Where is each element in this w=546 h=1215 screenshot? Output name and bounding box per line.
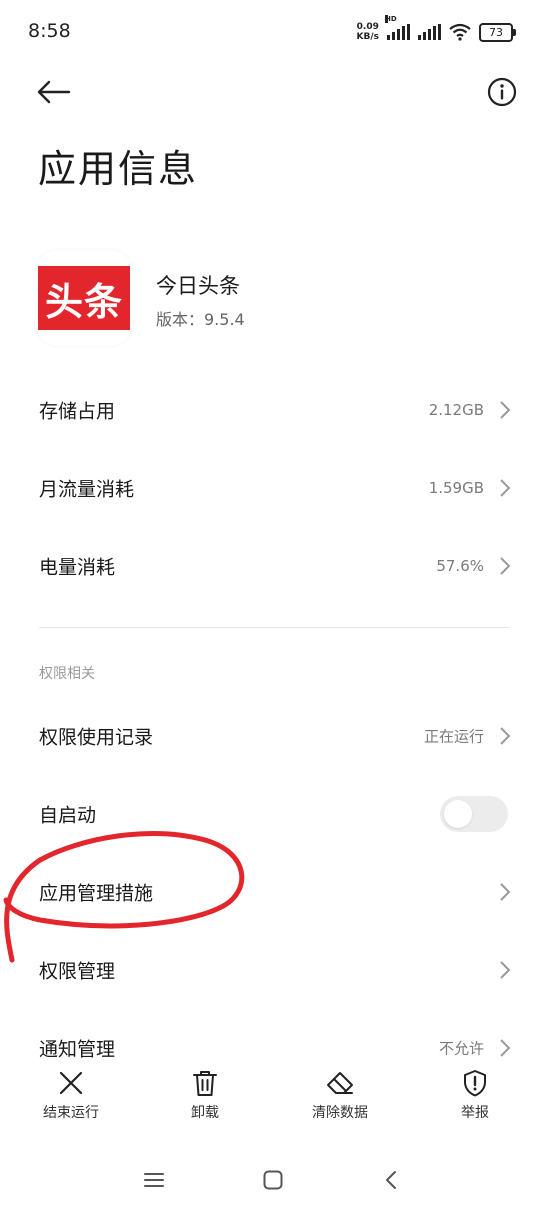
row-label: 权限使用记录 [39,726,154,749]
row-value: 不允许 [438,1039,484,1058]
chevron-right-icon [500,557,511,575]
app-version: 版本：9.5.4 [156,310,245,329]
clear-data-button[interactable]: 清除数据 [285,1068,395,1128]
force-stop-button[interactable]: 结束运行 [16,1068,126,1128]
status-icons: 0.09 KB/s HD 73 [357,15,516,46]
action-bar: 结束运行 卸载 清除数据 举报 [0,1068,546,1130]
home-button[interactable] [253,1160,293,1200]
app-icon-logo: 头条 [38,266,130,330]
hd-label: HD [385,15,397,23]
row-value: 57.6% [436,557,484,575]
menu-icon [144,1173,164,1187]
row-label: 通知管理 [39,1038,116,1061]
recent-apps-button[interactable] [134,1160,174,1200]
row-autostart: 自启动 [0,782,546,846]
action-label: 举报 [461,1105,489,1121]
row-label: 电量消耗 [39,556,116,579]
action-label: 卸载 [191,1105,219,1121]
network-speed-unit: KB/s [356,32,379,42]
row-value: 2.12GB [428,401,484,419]
page-title: 应用信息 [38,147,199,191]
shield-alert-icon [464,1070,486,1097]
wifi-icon [449,23,471,41]
report-button[interactable]: 举报 [420,1068,530,1128]
divider [39,627,509,628]
row-value: 1.59GB [428,479,484,497]
status-time: 8:58 [28,20,71,42]
back-button[interactable] [32,74,76,110]
row-permission-record[interactable]: 权限使用记录 正在运行 [0,704,546,768]
app-icon: 头条 [36,250,132,346]
row-storage[interactable]: 存储占用 2.12GB [0,378,546,442]
action-label: 结束运行 [43,1105,99,1121]
arrow-left-icon [37,80,71,104]
row-label: 月流量消耗 [39,478,135,501]
info-button[interactable] [482,74,522,110]
action-label: 清除数据 [312,1105,368,1121]
row-label: 自启动 [39,804,97,827]
chevron-right-icon [500,883,511,901]
chevron-right-icon [500,401,511,419]
network-speed: 0.09 KB/s [357,22,379,42]
app-name: 今日头条 [156,274,240,298]
toggle-knob [444,800,472,828]
chevron-right-icon [500,727,511,745]
row-battery-usage[interactable]: 电量消耗 57.6% [0,534,546,598]
row-app-management[interactable]: 应用管理措施 [0,860,546,924]
chevron-right-icon [500,961,511,979]
status-bar: 8:58 0.09 KB/s HD 73 [0,0,546,66]
battery-icon: 73 [479,22,516,42]
trash-icon [193,1071,217,1096]
section-header-permissions: 权限相关 [39,666,95,682]
autostart-toggle[interactable] [440,796,508,832]
back-triangle-icon [386,1171,396,1189]
signal-icon-2 [418,24,441,40]
row-label: 存储占用 [39,400,116,423]
chevron-right-icon [500,479,511,497]
info-circle-icon [487,77,517,107]
home-square-icon [263,1170,283,1190]
row-label: 权限管理 [39,960,116,983]
close-icon [59,1071,83,1095]
uninstall-button[interactable]: 卸载 [150,1068,260,1128]
nav-back-button[interactable] [371,1160,411,1200]
row-label: 应用管理措施 [39,882,154,905]
row-permission-management[interactable]: 权限管理 [0,938,546,1002]
eraser-icon [327,1072,353,1094]
signal-icon: HD [385,15,410,40]
battery-level: 73 [479,22,513,42]
system-nav-bar [0,1150,546,1215]
row-value: 正在运行 [423,727,484,746]
row-data-usage[interactable]: 月流量消耗 1.59GB [0,456,546,520]
network-speed-value: 0.09 [356,22,379,32]
chevron-right-icon [500,1039,511,1057]
